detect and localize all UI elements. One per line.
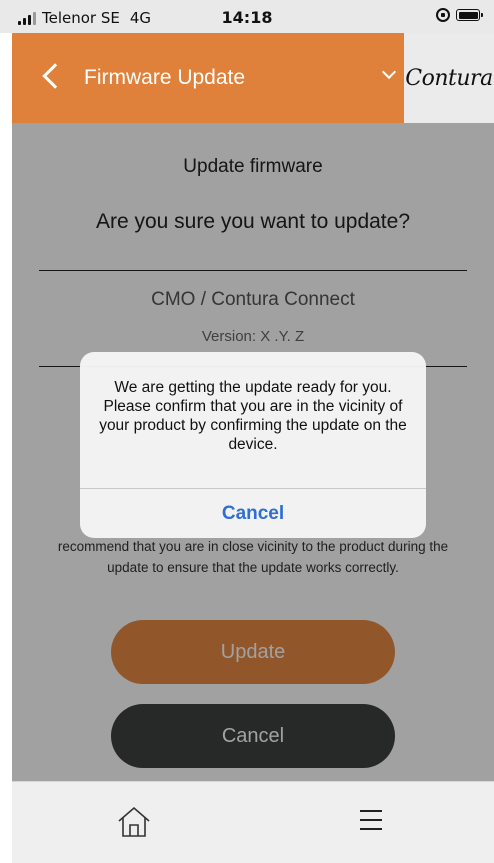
dialog-message: We are getting the update ready for you.…	[99, 379, 407, 453]
alert-dialog: We are getting the update ready for you.…	[80, 352, 426, 538]
status-bar: Telenor SE 4G 14:18	[0, 0, 494, 33]
menu-icon[interactable]	[360, 810, 382, 837]
status-time: 14:18	[221, 8, 273, 27]
dialog-cancel-button[interactable]: Cancel	[80, 489, 426, 538]
nav-bar: Firmware Update Contura	[12, 33, 494, 123]
back-icon[interactable]	[42, 63, 68, 89]
status-right	[436, 8, 483, 22]
orientation-lock-icon	[436, 8, 450, 22]
nav-title[interactable]: Firmware Update	[84, 66, 245, 90]
home-icon[interactable]	[116, 804, 152, 845]
chevron-down-icon[interactable]	[381, 64, 397, 80]
tab-bar	[12, 781, 494, 863]
brand-logo: Contura	[404, 33, 494, 123]
battery-icon	[456, 9, 483, 21]
brand-text: Contura	[405, 65, 493, 91]
